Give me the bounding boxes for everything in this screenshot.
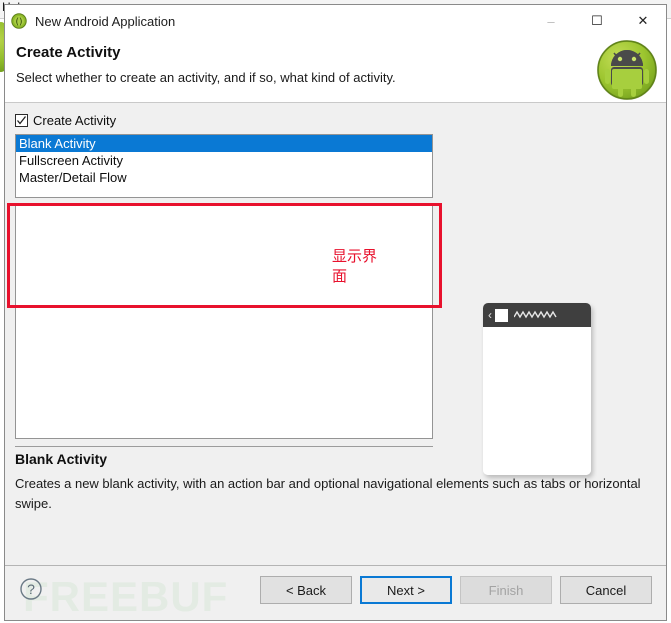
preview-screen-content <box>483 327 591 475</box>
finish-button: Finish <box>460 576 552 604</box>
maximize-button[interactable]: ☐ <box>574 5 620 37</box>
zigzag-title-placeholder-icon <box>513 306 558 324</box>
android-robot-logo <box>596 39 658 101</box>
list-item-fullscreen-activity[interactable]: Fullscreen Activity <box>16 152 432 169</box>
activity-template-list[interactable]: Blank Activity Fullscreen Activity Maste… <box>15 134 433 198</box>
description-body: Creates a new blank activity, with an ac… <box>15 476 641 511</box>
freebuf-watermark: FREEBUF <box>23 573 229 620</box>
app-square-icon <box>495 308 508 322</box>
activity-preview-panel: 显示界面 <box>15 205 433 439</box>
new-android-application-dialog: () New Android Application – ☐ ✕ Create … <box>4 4 667 621</box>
footer-button-group: < Back Next > Finish Cancel <box>260 576 652 604</box>
create-activity-label: Create Activity <box>33 113 117 128</box>
next-button[interactable]: Next > <box>360 576 452 604</box>
phone-preview-mockup: ‹ <box>483 303 591 475</box>
dialog-body: Create Activity Blank Activity Fullscree… <box>5 103 666 565</box>
android-wizard-icon: () <box>11 13 27 29</box>
dialog-titlebar[interactable]: () New Android Application – ☐ ✕ <box>5 5 666 37</box>
cancel-button[interactable]: Cancel <box>560 576 652 604</box>
svg-text:?: ? <box>27 581 35 597</box>
minimize-button[interactable]: – <box>528 5 574 37</box>
dialog-header: Create Activity Select whether to create… <box>5 37 666 103</box>
annotation-label: 显示界面 <box>332 247 378 285</box>
dialog-title: New Android Application <box>35 13 176 29</box>
close-button[interactable]: ✕ <box>620 5 666 37</box>
window-controls: – ☐ ✕ <box>528 5 666 37</box>
preview-action-bar: ‹ <box>483 303 591 327</box>
list-item-blank-activity[interactable]: Blank Activity <box>16 135 432 152</box>
create-activity-checkbox[interactable] <box>15 114 28 127</box>
dialog-footer: FREEBUF ? < Back Next > Finish Cancel <box>5 565 666 620</box>
back-button[interactable]: < Back <box>260 576 352 604</box>
description-title: Blank Activity <box>15 451 108 467</box>
description-separator <box>15 446 433 447</box>
back-chevron-icon: ‹ <box>488 308 492 322</box>
create-activity-checkbox-row[interactable]: Create Activity <box>15 113 116 128</box>
svg-text:(): () <box>15 18 22 28</box>
footer-separator <box>5 565 666 566</box>
help-icon[interactable]: ? <box>19 577 43 601</box>
page-title: Create Activity <box>16 44 121 61</box>
page-subtitle: Select whether to create an activity, an… <box>16 70 396 85</box>
list-item-master-detail-flow[interactable]: Master/Detail Flow <box>16 169 432 186</box>
